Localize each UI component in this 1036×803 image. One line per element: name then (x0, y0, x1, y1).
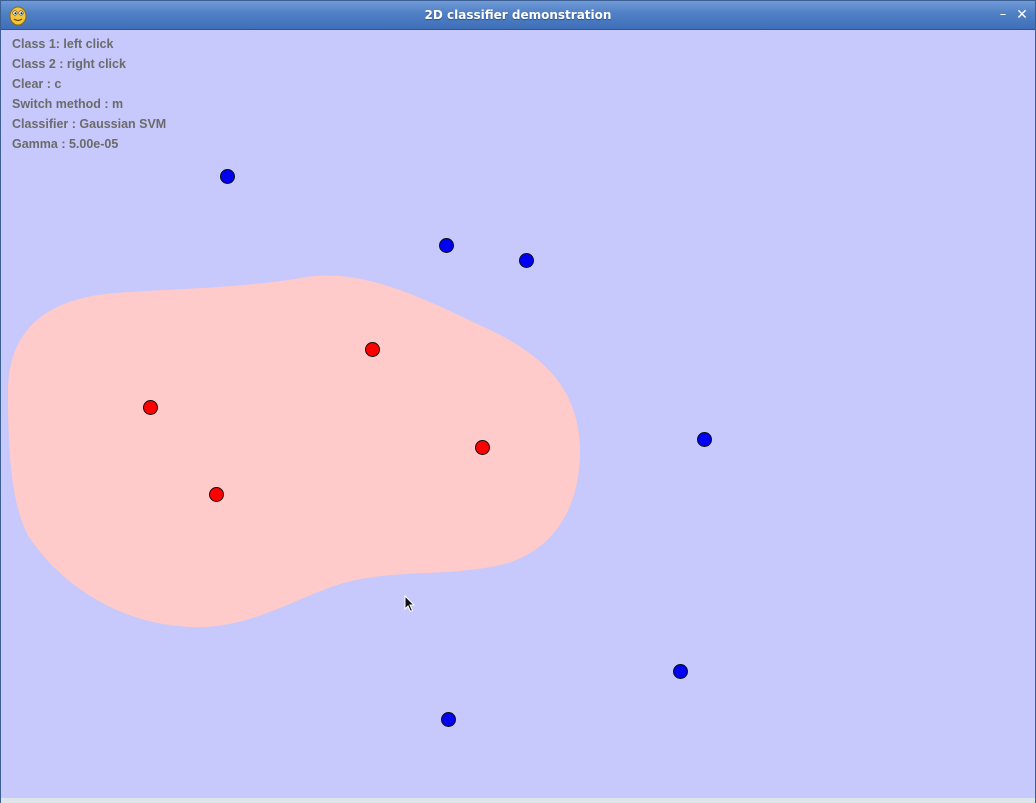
hud-line-switch-method: Switch method : m (12, 97, 124, 111)
hud-line-class2: Class 2 : right click (12, 57, 126, 71)
window-title: 2D classifier demonstration (424, 8, 612, 22)
instructions-panel: Class 1: left click Class 2 : right clic… (12, 37, 166, 157)
title-bar[interactable]: 2D classifier demonstration – ✕ (1, 1, 1035, 30)
hud-line-gamma: Gamma : 5.00e-05 (12, 137, 119, 151)
class1-point[interactable] (208, 486, 224, 502)
class1-decision-region (8, 275, 581, 628)
hud-line-clear: Clear : c (12, 77, 62, 91)
class2-point[interactable] (219, 168, 235, 184)
class2-point[interactable] (696, 431, 712, 447)
mouse-pointer-icon (404, 595, 416, 613)
minimize-button[interactable]: – (995, 7, 1011, 23)
class1-point[interactable] (142, 399, 158, 415)
class2-point[interactable] (438, 237, 454, 253)
class2-point[interactable] (440, 711, 456, 727)
close-button[interactable]: ✕ (1014, 7, 1030, 23)
classifier-canvas[interactable]: Class 1: left click Class 2 : right clic… (6, 30, 1032, 798)
class1-point[interactable] (364, 341, 380, 357)
app-window: 2D classifier demonstration – ✕ Class 1:… (0, 0, 1036, 803)
class2-point[interactable] (518, 252, 534, 268)
window-bottom-border (1, 798, 1035, 803)
class1-point[interactable] (474, 439, 490, 455)
hud-line-classifier: Classifier : Gaussian SVM (12, 117, 167, 131)
hud-line-class1: Class 1: left click (12, 37, 114, 51)
class2-point[interactable] (672, 663, 688, 679)
